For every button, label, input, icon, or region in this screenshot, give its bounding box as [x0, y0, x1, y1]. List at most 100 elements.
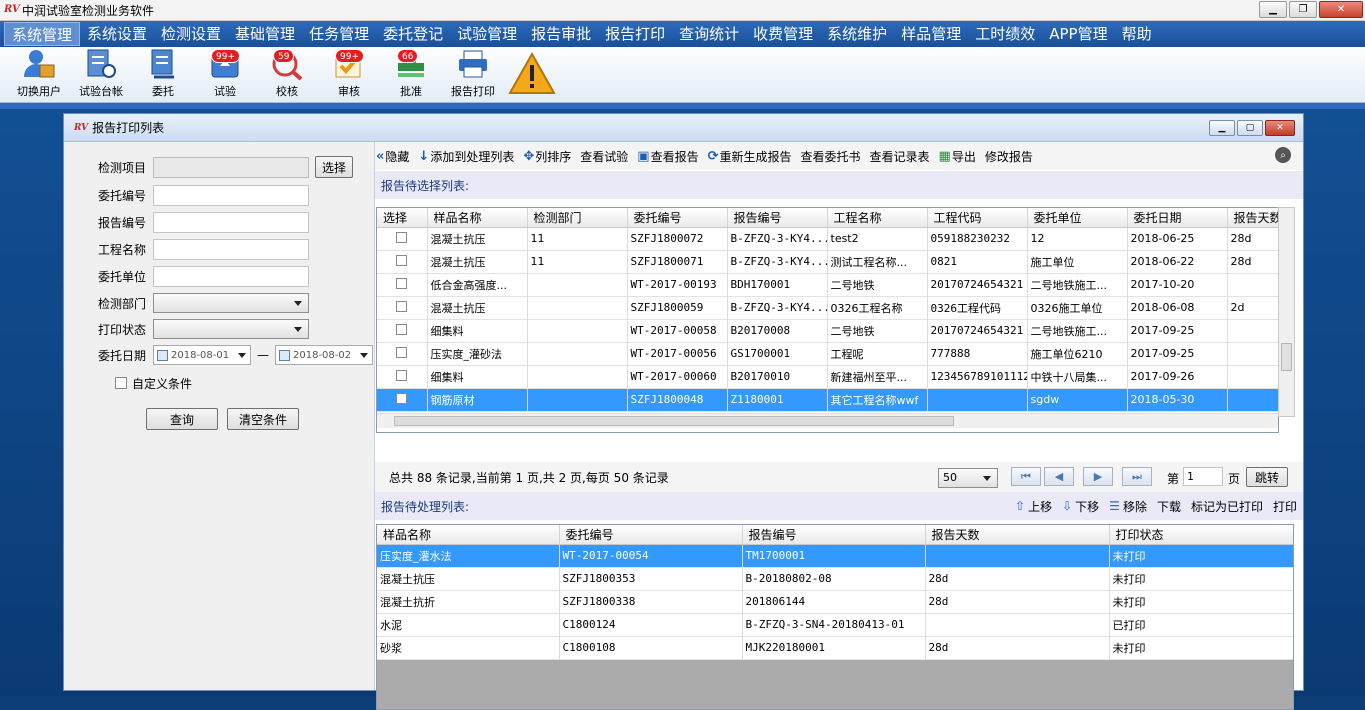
unit-input[interactable] [153, 265, 309, 287]
grid1-header-1[interactable]: 样品名称 [427, 208, 528, 228]
menu-item-0[interactable]: 系统管理 [4, 22, 81, 46]
tool-1[interactable]: ↓ 添加到处理列表 [418, 148, 514, 165]
row-select-cell[interactable] [377, 319, 428, 343]
row-select-cell[interactable] [377, 273, 428, 297]
tool-2[interactable]: ✥ 列排序 [523, 148, 571, 165]
row-select-cell[interactable] [377, 342, 428, 366]
last-page-button[interactable]: ⏭ [1122, 467, 1152, 486]
subwindow-close-button[interactable]: ✕ [1265, 120, 1295, 136]
toolbar-button-user-switch[interactable]: 切换用户 [8, 47, 70, 103]
row-checkbox[interactable] [396, 231, 408, 243]
row-select-cell[interactable] [377, 365, 428, 389]
item-field[interactable] [153, 156, 309, 178]
table-row[interactable]: 压实度_灌砂法 WT-2017-00056 GS1700001 工程呢 777888 施工… [377, 342, 1278, 366]
prev-page-button[interactable]: ◀ [1044, 467, 1074, 486]
tool-8[interactable]: ▦ 导出 [939, 148, 976, 165]
row-checkbox[interactable] [396, 277, 408, 289]
table-row[interactable]: 混凝土抗折 SZFJ1800338 201806144 28d 未打印 [377, 590, 1293, 614]
minimize-button[interactable]: ▁ [1259, 1, 1287, 18]
process-tool-5[interactable]: 打印 [1273, 498, 1297, 515]
grid2-header-0[interactable]: 样品名称 [377, 525, 560, 545]
tool-6[interactable]: 查看委托书 [801, 148, 861, 165]
grid2-header-2[interactable]: 报告编号 [742, 525, 926, 545]
menu-item-2[interactable]: 检测设置 [154, 22, 228, 46]
table-row[interactable]: 混凝土抗压 SZFJ1800059 B-ZFZQ-3-KY4... 0326工程名称 0… [377, 296, 1278, 320]
grid1-horizontal-scrollbar[interactable] [377, 413, 1278, 428]
grid1-header-7[interactable]: 委托单位 [1027, 208, 1128, 228]
date-from-checkbox[interactable] [157, 349, 168, 361]
row-select-cell[interactable] [377, 250, 428, 274]
tool-5[interactable]: ⟳ 重新生成报告 [708, 148, 792, 165]
page-number-input[interactable]: 1 [1183, 467, 1223, 486]
toolbar-button-review[interactable]: 99+ 审核 [318, 47, 380, 103]
row-checkbox[interactable] [396, 392, 408, 404]
select-item-button[interactable]: 选择 [315, 156, 353, 178]
date-to-picker[interactable]: 2018-08-02 [275, 345, 373, 365]
toolbar-button-warning[interactable] [504, 47, 560, 103]
entrust-no-input[interactable] [153, 184, 309, 206]
menu-item-4[interactable]: 任务管理 [302, 22, 376, 46]
tool-3[interactable]: 查看试验 [580, 148, 628, 165]
next-page-button[interactable]: ▶ [1083, 467, 1113, 486]
toolbar-button-approve[interactable]: 66 批准 [380, 47, 442, 103]
row-checkbox[interactable] [396, 369, 408, 381]
table-row[interactable]: 钢筋原材 SZFJ1800048 Z1180001 其它工程名称wwf sgdw 2018… [377, 388, 1278, 412]
menu-item-3[interactable]: 基础管理 [228, 22, 302, 46]
report-no-input[interactable] [153, 211, 309, 233]
grid1-header-0[interactable]: 选择 [377, 208, 428, 228]
menu-item-10[interactable]: 收费管理 [746, 22, 820, 46]
page-size-select[interactable]: 50 [938, 468, 998, 488]
toolbar-button-check[interactable]: 59 校核 [256, 47, 318, 103]
first-page-button[interactable]: ⏮ [1011, 467, 1041, 486]
tool-7[interactable]: 查看记录表 [870, 148, 930, 165]
grid1-header-4[interactable]: 报告编号 [727, 208, 828, 228]
grid1-header-3[interactable]: 委托编号 [627, 208, 728, 228]
toolbar-button-test[interactable]: 99+ 试验 [194, 47, 256, 103]
tool-0[interactable]: «隐藏 [376, 148, 409, 165]
grid2-header-1[interactable]: 委托编号 [559, 525, 743, 545]
table-row[interactable]: 混凝土抗压 11 SZFJ1800072 B-ZFZQ-3-KY4... test2 05… [377, 227, 1278, 251]
process-tool-1[interactable]: ⇩ 下移 [1062, 498, 1099, 515]
query-button[interactable]: 查询 [146, 408, 218, 430]
menu-item-14[interactable]: APP管理 [1042, 22, 1114, 46]
jump-button[interactable]: 跳转 [1246, 467, 1288, 487]
custom-condition-checkbox[interactable] [115, 377, 127, 389]
table-row[interactable]: 混凝土抗压 SZFJ1800353 B-20180802-08 28d 未打印 [377, 567, 1293, 591]
grid1-header-8[interactable]: 委托日期 [1127, 208, 1228, 228]
grid1-scroll-thumb[interactable] [394, 416, 954, 426]
subwindow-maximize-button[interactable]: ▢ [1237, 120, 1263, 136]
table-row[interactable]: 砂浆 C1800108 MJK220180001 28d 未打印 [377, 636, 1293, 660]
row-select-cell[interactable] [377, 227, 428, 251]
menu-item-13[interactable]: 工时绩效 [968, 22, 1042, 46]
menu-item-8[interactable]: 报告打印 [598, 22, 672, 46]
menu-item-6[interactable]: 试验管理 [450, 22, 524, 46]
print-state-select[interactable] [153, 319, 309, 339]
dept-select[interactable] [153, 293, 309, 313]
process-tool-4[interactable]: 标记为已打印 [1191, 498, 1263, 515]
toolbar-button-entrust[interactable]: 委托 [132, 47, 194, 103]
menu-item-9[interactable]: 查询统计 [672, 22, 746, 46]
menu-item-12[interactable]: 样品管理 [894, 22, 968, 46]
table-row[interactable]: 压实度_灌水法 WT-2017-00054 TM1700001 未打印 [377, 544, 1293, 568]
grid1-header-2[interactable]: 检测部门 [527, 208, 628, 228]
date-to-checkbox[interactable] [279, 349, 290, 361]
tool-9[interactable]: 修改报告 [985, 148, 1033, 165]
tool-4[interactable]: ▣ 查看报告 [637, 148, 698, 165]
menu-item-7[interactable]: 报告审批 [524, 22, 598, 46]
menu-item-15[interactable]: 帮助 [1115, 22, 1159, 46]
row-select-cell[interactable] [377, 296, 428, 320]
toolbar-button-ledger[interactable]: 试验台帐 [70, 47, 132, 103]
row-checkbox[interactable] [396, 300, 408, 312]
grid1-header-6[interactable]: 工程代码 [927, 208, 1028, 228]
table-row[interactable]: 混凝土抗压 11 SZFJ1800071 B-ZFZQ-3-KY4... 测试工程名称.… [377, 250, 1278, 274]
search-icon[interactable]: ⌕ [1275, 147, 1291, 163]
close-button[interactable]: ✕ [1319, 1, 1363, 18]
process-tool-2[interactable]: ☰ 移除 [1109, 498, 1147, 515]
menu-item-5[interactable]: 委托登记 [376, 22, 450, 46]
project-input[interactable] [153, 238, 309, 260]
clear-conditions-button[interactable]: 清空条件 [227, 408, 299, 430]
date-from-picker[interactable]: 2018-08-01 [153, 345, 251, 365]
grid1-vscroll-thumb[interactable] [1281, 343, 1292, 371]
row-select-cell[interactable] [377, 388, 428, 412]
grid2-header-3[interactable]: 报告天数 [925, 525, 1110, 545]
